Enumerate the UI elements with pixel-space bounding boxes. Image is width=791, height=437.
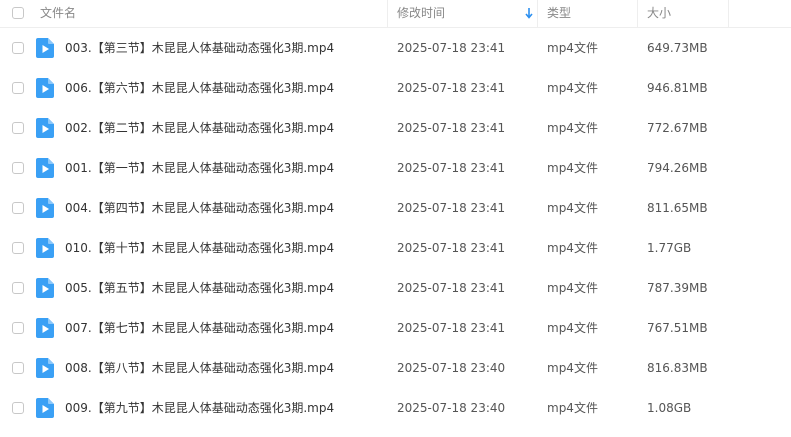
file-type: mp4文件: [547, 401, 598, 415]
file-size: 816.83MB: [647, 361, 708, 375]
file-name[interactable]: 003.【第三节】木昆昆人体基础动态强化3期.mp4: [65, 28, 334, 68]
column-header-type[interactable]: 类型: [547, 0, 571, 27]
file-modified-time: 2025-07-18 23:41: [397, 161, 506, 175]
file-modified-time: 2025-07-18 23:41: [397, 321, 506, 335]
file-name[interactable]: 004.【第四节】木昆昆人体基础动态强化3期.mp4: [65, 188, 334, 228]
file-size: 1.77GB: [647, 241, 692, 255]
row-checkbox[interactable]: [12, 282, 24, 294]
file-type: mp4文件: [547, 201, 598, 215]
file-size: 772.67MB: [647, 121, 708, 135]
column-divider[interactable]: [637, 0, 638, 27]
row-checkbox[interactable]: [12, 402, 24, 414]
column-divider[interactable]: [387, 0, 388, 27]
file-modified-time: 2025-07-18 23:40: [397, 361, 506, 375]
file-row[interactable]: 007.【第七节】木昆昆人体基础动态强化3期.mp4 2025-07-18 23:…: [0, 308, 791, 348]
row-checkbox[interactable]: [12, 322, 24, 334]
video-file-icon: [36, 118, 54, 138]
file-name[interactable]: 009.【第九节】木昆昆人体基础动态强化3期.mp4: [65, 388, 334, 428]
column-divider[interactable]: [537, 0, 538, 27]
file-type: mp4文件: [547, 281, 598, 295]
file-row[interactable]: 003.【第三节】木昆昆人体基础动态强化3期.mp4 2025-07-18 23:…: [0, 28, 791, 68]
column-header-size[interactable]: 大小: [647, 0, 671, 27]
column-divider[interactable]: [728, 0, 729, 27]
file-row[interactable]: 002.【第二节】木昆昆人体基础动态强化3期.mp4 2025-07-18 23:…: [0, 108, 791, 148]
row-checkbox[interactable]: [12, 242, 24, 254]
video-file-icon: [36, 278, 54, 298]
video-file-icon: [36, 358, 54, 378]
file-name[interactable]: 002.【第二节】木昆昆人体基础动态强化3期.mp4: [65, 108, 334, 148]
file-modified-time: 2025-07-18 23:41: [397, 41, 506, 55]
file-type: mp4文件: [547, 121, 598, 135]
file-size: 811.65MB: [647, 201, 708, 215]
video-file-icon: [36, 398, 54, 418]
file-type: mp4文件: [547, 321, 598, 335]
file-name[interactable]: 005.【第五节】木昆昆人体基础动态强化3期.mp4: [65, 268, 334, 308]
video-file-icon: [36, 238, 54, 258]
file-size: 649.73MB: [647, 41, 708, 55]
file-row[interactable]: 009.【第九节】木昆昆人体基础动态强化3期.mp4 2025-07-18 23:…: [0, 388, 791, 428]
file-row[interactable]: 004.【第四节】木昆昆人体基础动态强化3期.mp4 2025-07-18 23:…: [0, 188, 791, 228]
video-file-icon: [36, 38, 54, 58]
file-size: 794.26MB: [647, 161, 708, 175]
column-header-name[interactable]: 文件名: [40, 0, 76, 27]
file-list-header: 文件名 修改时间 类型 大小: [0, 0, 791, 28]
row-checkbox[interactable]: [12, 162, 24, 174]
row-checkbox[interactable]: [12, 362, 24, 374]
file-name[interactable]: 010.【第十节】木昆昆人体基础动态强化3期.mp4: [65, 228, 334, 268]
file-size: 946.81MB: [647, 81, 708, 95]
file-row[interactable]: 008.【第八节】木昆昆人体基础动态强化3期.mp4 2025-07-18 23:…: [0, 348, 791, 388]
file-name[interactable]: 006.【第六节】木昆昆人体基础动态强化3期.mp4: [65, 68, 334, 108]
file-modified-time: 2025-07-18 23:41: [397, 281, 506, 295]
select-all-checkbox[interactable]: [12, 7, 24, 19]
row-checkbox[interactable]: [12, 42, 24, 54]
row-checkbox[interactable]: [12, 122, 24, 134]
file-row[interactable]: 001.【第一节】木昆昆人体基础动态强化3期.mp4 2025-07-18 23:…: [0, 148, 791, 188]
column-header-modified[interactable]: 修改时间: [397, 0, 445, 27]
file-size: 767.51MB: [647, 321, 708, 335]
file-name[interactable]: 007.【第七节】木昆昆人体基础动态强化3期.mp4: [65, 308, 334, 348]
file-name[interactable]: 008.【第八节】木昆昆人体基础动态强化3期.mp4: [65, 348, 334, 388]
file-modified-time: 2025-07-18 23:41: [397, 81, 506, 95]
video-file-icon: [36, 198, 54, 218]
file-type: mp4文件: [547, 361, 598, 375]
sort-descending-icon[interactable]: [524, 7, 534, 19]
file-row[interactable]: 010.【第十节】木昆昆人体基础动态强化3期.mp4 2025-07-18 23:…: [0, 228, 791, 268]
video-file-icon: [36, 318, 54, 338]
video-file-icon: [36, 78, 54, 98]
file-modified-time: 2025-07-18 23:40: [397, 401, 506, 415]
file-row[interactable]: 005.【第五节】木昆昆人体基础动态强化3期.mp4 2025-07-18 23:…: [0, 268, 791, 308]
video-file-icon: [36, 158, 54, 178]
row-checkbox[interactable]: [12, 82, 24, 94]
file-modified-time: 2025-07-18 23:41: [397, 201, 506, 215]
file-row[interactable]: 006.【第六节】木昆昆人体基础动态强化3期.mp4 2025-07-18 23:…: [0, 68, 791, 108]
file-modified-time: 2025-07-18 23:41: [397, 241, 506, 255]
file-type: mp4文件: [547, 41, 598, 55]
file-size: 787.39MB: [647, 281, 708, 295]
row-checkbox[interactable]: [12, 202, 24, 214]
file-modified-time: 2025-07-18 23:41: [397, 121, 506, 135]
file-size: 1.08GB: [647, 401, 692, 415]
file-type: mp4文件: [547, 81, 598, 95]
file-type: mp4文件: [547, 241, 598, 255]
file-type: mp4文件: [547, 161, 598, 175]
file-name[interactable]: 001.【第一节】木昆昆人体基础动态强化3期.mp4: [65, 148, 334, 188]
